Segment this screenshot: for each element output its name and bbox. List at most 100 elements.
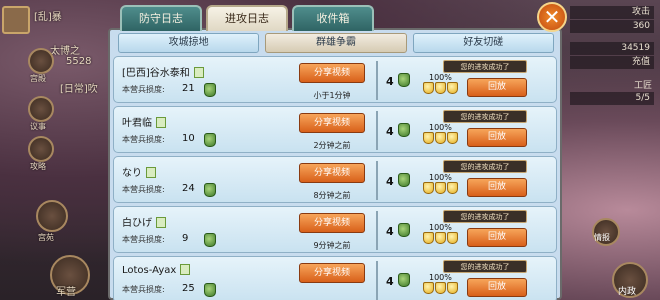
subtab-contest[interactable]: 群雄争霸 (265, 33, 407, 53)
trophy-cup-icon (435, 82, 446, 94)
result-message: 您的进攻成功了 (443, 60, 527, 73)
result-message: 您的进攻成功了 (443, 210, 527, 223)
potion-jar-icon (204, 283, 216, 297)
main-tabs: 防守日志 进攻日志 收件箱 (120, 5, 374, 31)
opponent-name: 叶君临 (122, 114, 166, 129)
stat-label: 本营兵损度: (122, 185, 165, 194)
potion-jar-icon (204, 133, 216, 147)
right-hud: 攻击 360 34519 充值 5/5 工匠 情报 内政 (568, 0, 660, 300)
potion-jar-icon (204, 183, 216, 197)
share-video-button[interactable]: 分享视频 (299, 63, 365, 83)
trophy-cup-icon (447, 232, 458, 244)
unit-count: 4 (386, 225, 394, 238)
list-item: なり 本营兵损度: 24 分享视频 8分钟之前 4 100% 您的进攻成功了 回… (113, 156, 557, 203)
divider (376, 211, 378, 250)
hud-button-4[interactable] (36, 200, 68, 232)
tab-defense-log[interactable]: 防守日志 (120, 5, 202, 31)
percent-text: 100% (429, 173, 452, 182)
trophy-cup-icon (435, 132, 446, 144)
note-icon[interactable] (193, 67, 204, 78)
opponent-name: Lotos-Ayax (122, 264, 191, 276)
potion-jar-icon (398, 173, 410, 187)
stat-label: 本营兵损度: (122, 285, 165, 294)
trophy-cup-icon (447, 82, 458, 94)
share-video-button[interactable]: 分享视频 (299, 263, 365, 283)
trophy-cup-icon (435, 182, 446, 194)
trophy-cup-icon (423, 82, 434, 94)
potion-jar-icon (398, 273, 410, 287)
trophy-cup-icon (435, 282, 446, 294)
tab-attack-log[interactable]: 进攻日志 (206, 5, 288, 31)
subtab-siege[interactable]: 攻城掠地 (118, 33, 260, 53)
trophy-cup-icon (447, 132, 458, 144)
share-video-button[interactable]: 分享视频 (299, 163, 365, 183)
opponent-name: なり (122, 164, 156, 179)
unit-count: 4 (386, 75, 394, 88)
note-icon[interactable] (180, 264, 191, 275)
unit-count: 4 (386, 275, 394, 288)
hud-label-main: 军营 (56, 287, 76, 298)
stat-5: 5/5 (570, 92, 654, 105)
list-item: 白ひげ 本营兵损度: 9 分享视频 9分钟之前 4 100% 您的进攻成功了 回… (113, 206, 557, 253)
divider (376, 161, 378, 200)
subtab-friends[interactable]: 好友切磋 (412, 33, 554, 53)
potion-jar-icon (398, 123, 410, 137)
replay-button[interactable]: 回放 (467, 128, 527, 147)
trophy-cups (423, 182, 458, 194)
opponent-name: [巴西]谷水泰和 (122, 64, 204, 79)
percent-text: 100% (429, 123, 452, 132)
hud-label-3: 攻略 (30, 162, 46, 171)
hud-label-4: 宫苑 (38, 233, 54, 242)
attack-log-list[interactable]: [巴西]谷水泰和 本营兵损度: 21 分享视频 小于1分钟 4 100% 您的进… (113, 56, 557, 300)
time-ago: 8分钟之前 (313, 191, 351, 200)
unit-count: 4 (386, 125, 394, 138)
note-icon[interactable] (156, 117, 166, 128)
hud-label-2: 议事 (30, 122, 46, 131)
note-icon[interactable] (156, 217, 166, 228)
player-avatar[interactable] (2, 6, 30, 34)
trophy-cups (423, 232, 458, 244)
stat-value: 10 (182, 133, 195, 144)
stat-value: 25 (182, 283, 195, 294)
trophy-cup-icon (447, 182, 458, 194)
hud-button-1[interactable] (28, 48, 54, 74)
hud-button-3[interactable] (28, 136, 54, 162)
tab-inbox[interactable]: 收件箱 (292, 5, 374, 31)
time-ago: 2分钟之前 (313, 141, 351, 150)
result-message: 您的进攻成功了 (443, 110, 527, 123)
replay-button[interactable]: 回放 (467, 228, 527, 247)
hud-button-2[interactable] (28, 96, 54, 122)
hud-line1: 太博之 (50, 46, 80, 57)
percent-text: 100% (429, 73, 452, 82)
trophy-cup-icon (423, 132, 434, 144)
note-icon[interactable] (146, 167, 156, 178)
trophy-cup-icon (447, 282, 458, 294)
divider (376, 61, 378, 100)
domestic-label: 内政 (618, 287, 637, 297)
trophy-cups (423, 282, 458, 294)
trophy-cups (423, 132, 458, 144)
replay-button[interactable]: 回放 (467, 278, 527, 297)
player-name: [乱]暴 (34, 12, 62, 23)
hud-label-1: 宫殿 (30, 74, 46, 83)
list-item: [巴西]谷水泰和 本营兵损度: 21 分享视频 小于1分钟 4 100% 您的进… (113, 56, 557, 103)
replay-button[interactable]: 回放 (467, 178, 527, 197)
share-video-button[interactable]: 分享视频 (299, 113, 365, 133)
stat-label: 本营兵损度: (122, 235, 165, 244)
share-video-button[interactable]: 分享视频 (299, 213, 365, 233)
list-item: 叶君临 本营兵损度: 10 分享视频 2分钟之前 4 100% 您的进攻成功了 … (113, 106, 557, 153)
chat-channel: [日常]吹 (60, 84, 98, 95)
replay-button[interactable]: 回放 (467, 78, 527, 97)
potion-jar-icon (204, 83, 216, 97)
stat-label: 本营兵损度: (122, 135, 165, 144)
trophy-cup-icon (435, 232, 446, 244)
trophy-cups (423, 82, 458, 94)
close-icon: ✕ (543, 5, 561, 29)
stat-value: 9 (182, 233, 189, 244)
potion-jar-icon (398, 73, 410, 87)
close-button[interactable]: ✕ (537, 2, 567, 32)
divider (376, 111, 378, 150)
unit-count: 4 (386, 175, 394, 188)
potion-jar-icon (398, 223, 410, 237)
stat-value: 21 (182, 83, 195, 94)
